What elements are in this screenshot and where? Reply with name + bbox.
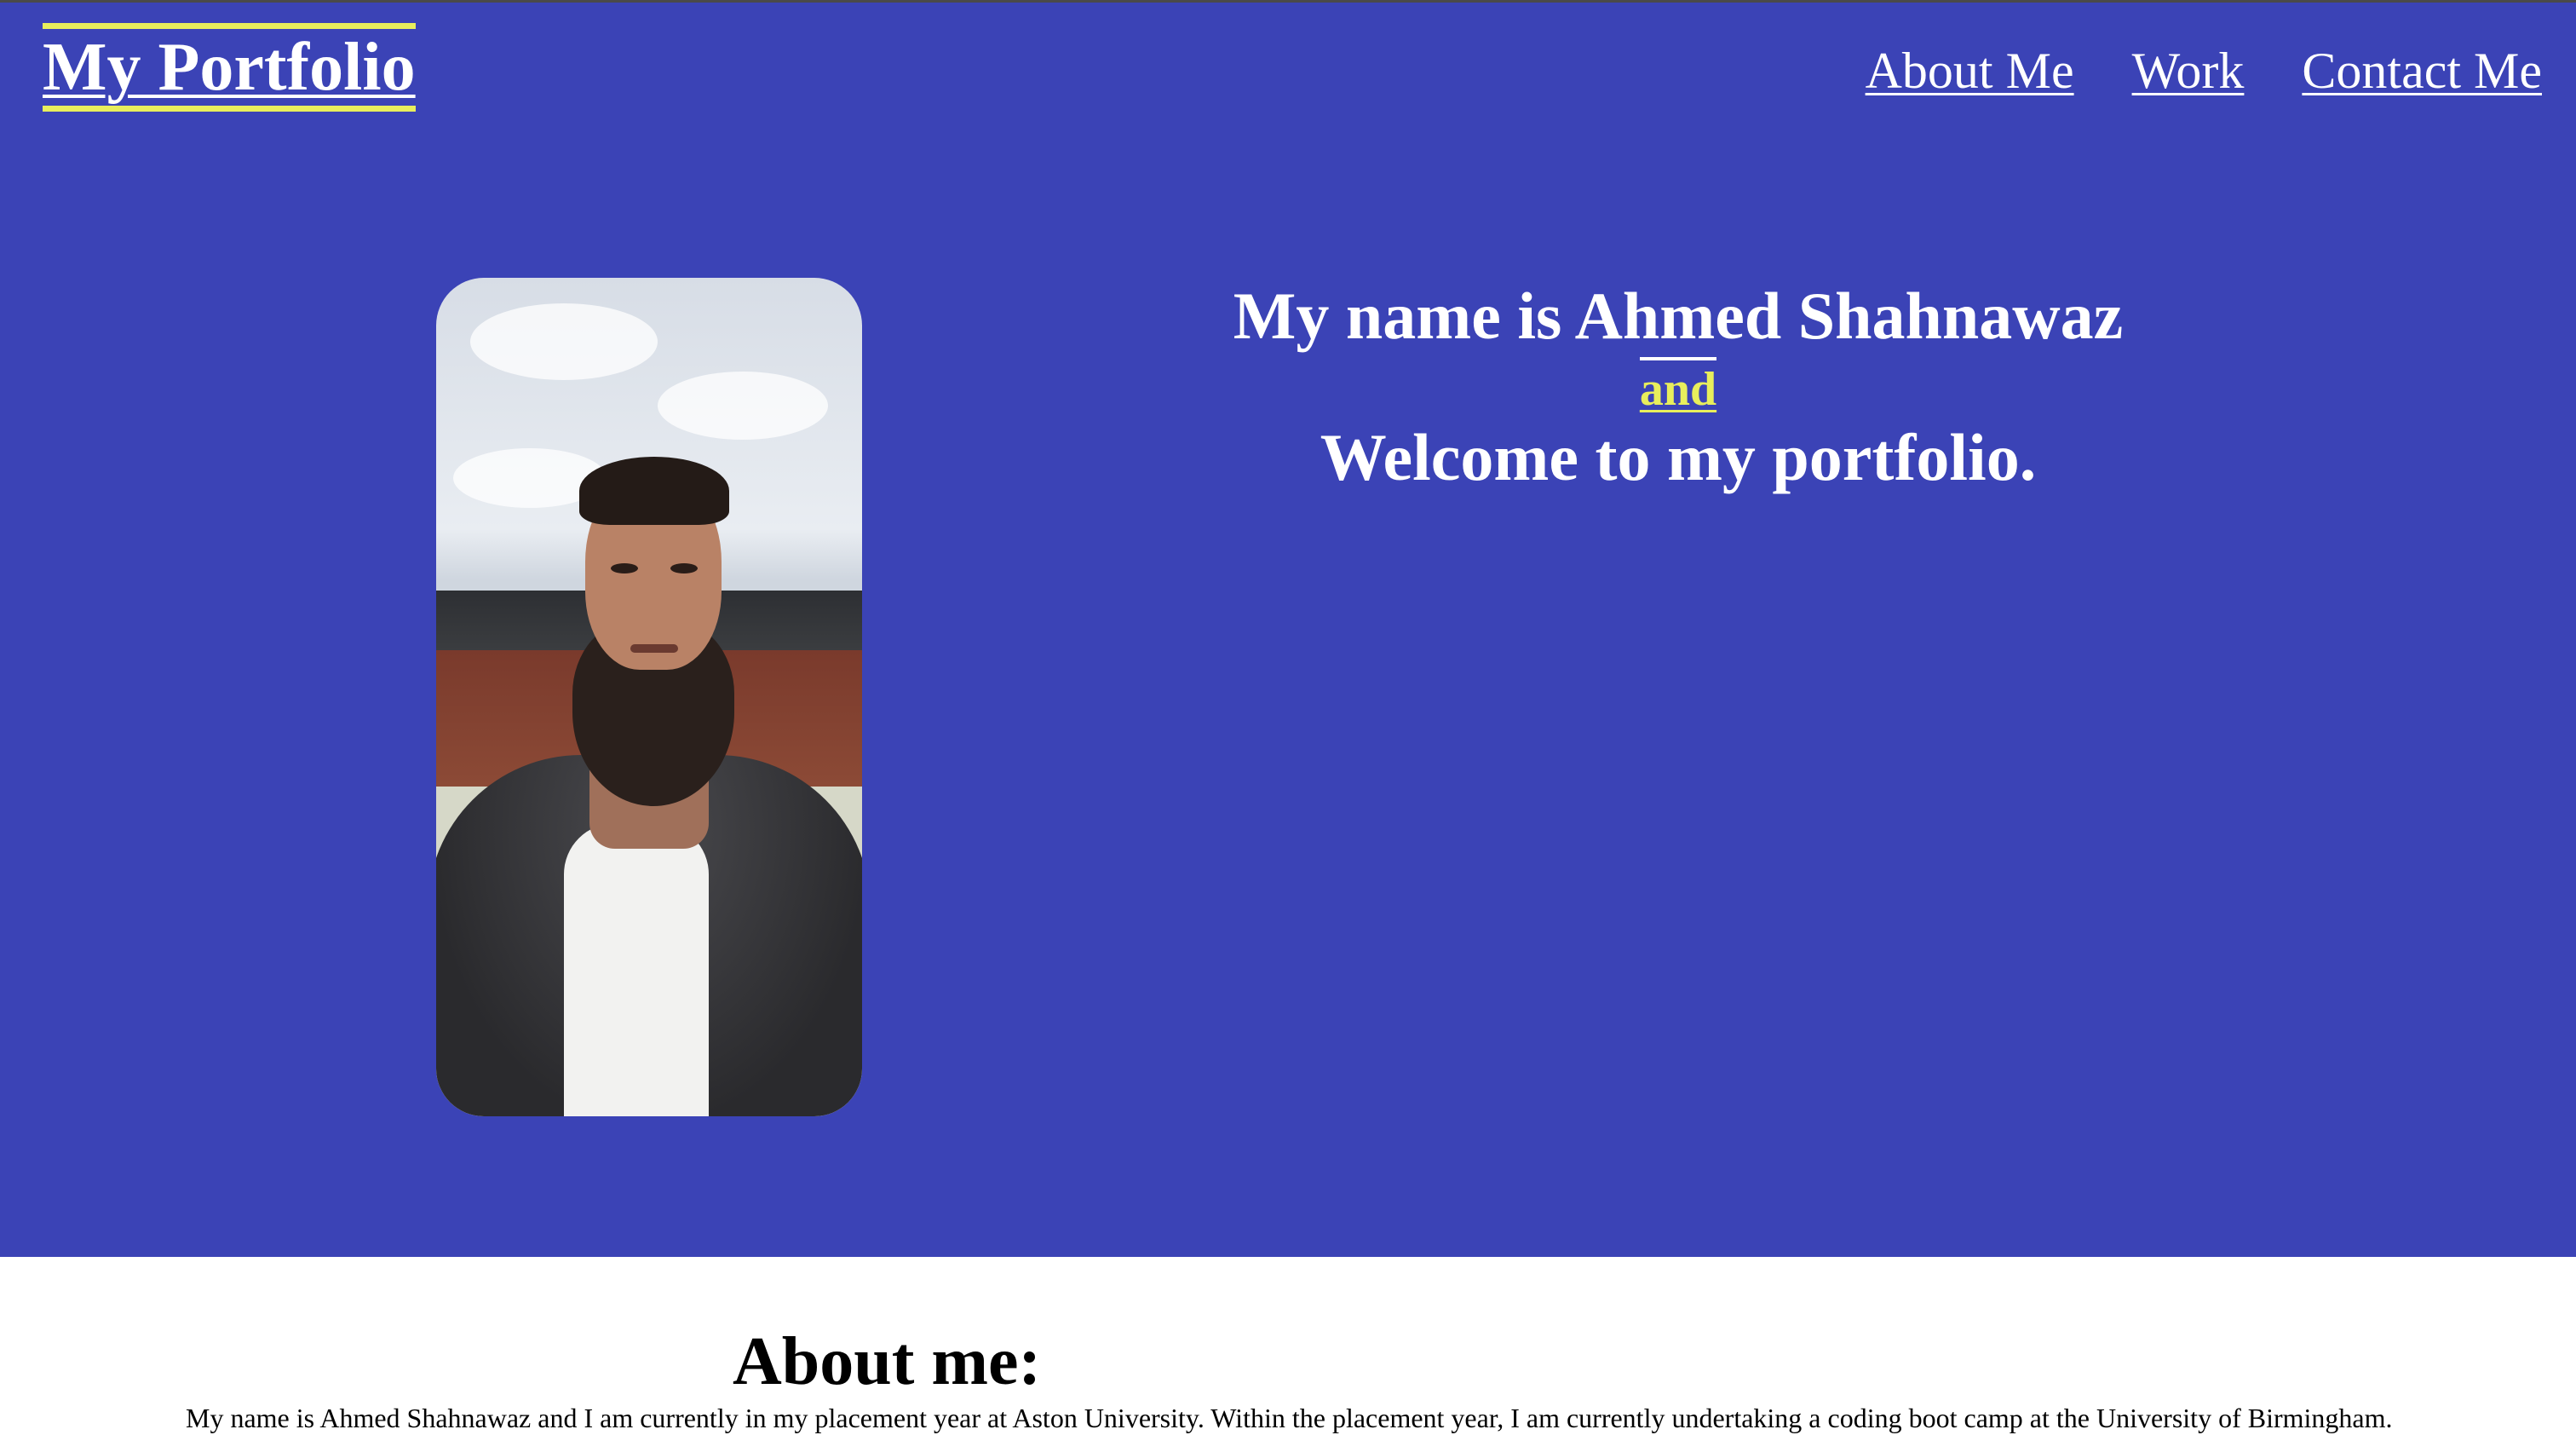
cloud-shape: [470, 303, 658, 380]
site-brand[interactable]: My Portfolio: [43, 23, 416, 112]
nav-link-about[interactable]: About Me: [1866, 37, 2074, 105]
about-heading: About me:: [733, 1324, 1042, 1399]
photo-hair: [579, 457, 729, 525]
main-nav: About Me Work Contact Me: [1866, 37, 2542, 105]
hero-section: My Portfolio About Me Work Contact Me My…: [0, 3, 2576, 1257]
photo-shirt: [564, 823, 709, 1116]
profile-photo: [436, 278, 862, 1116]
nav-link-work[interactable]: Work: [2132, 37, 2245, 105]
about-paragraph: My name is Ahmed Shahnawaz and I am curr…: [186, 1403, 2393, 1433]
hero-name-line: My name is Ahmed Shahnawaz: [1233, 279, 2124, 353]
photo-mouth: [630, 644, 678, 653]
cloud-shape: [658, 372, 828, 440]
hero-headline: My name is Ahmed Shahnawaz and Welcome t…: [1159, 275, 2198, 499]
hero-and-connector: and: [1639, 357, 1717, 417]
photo-eye-left: [611, 563, 638, 573]
brand-link[interactable]: My Portfolio: [43, 29, 416, 106]
hero-welcome-line: Welcome to my portfolio.: [1320, 420, 2037, 494]
photo-eye-right: [670, 563, 698, 573]
nav-link-contact[interactable]: Contact Me: [2302, 37, 2542, 105]
